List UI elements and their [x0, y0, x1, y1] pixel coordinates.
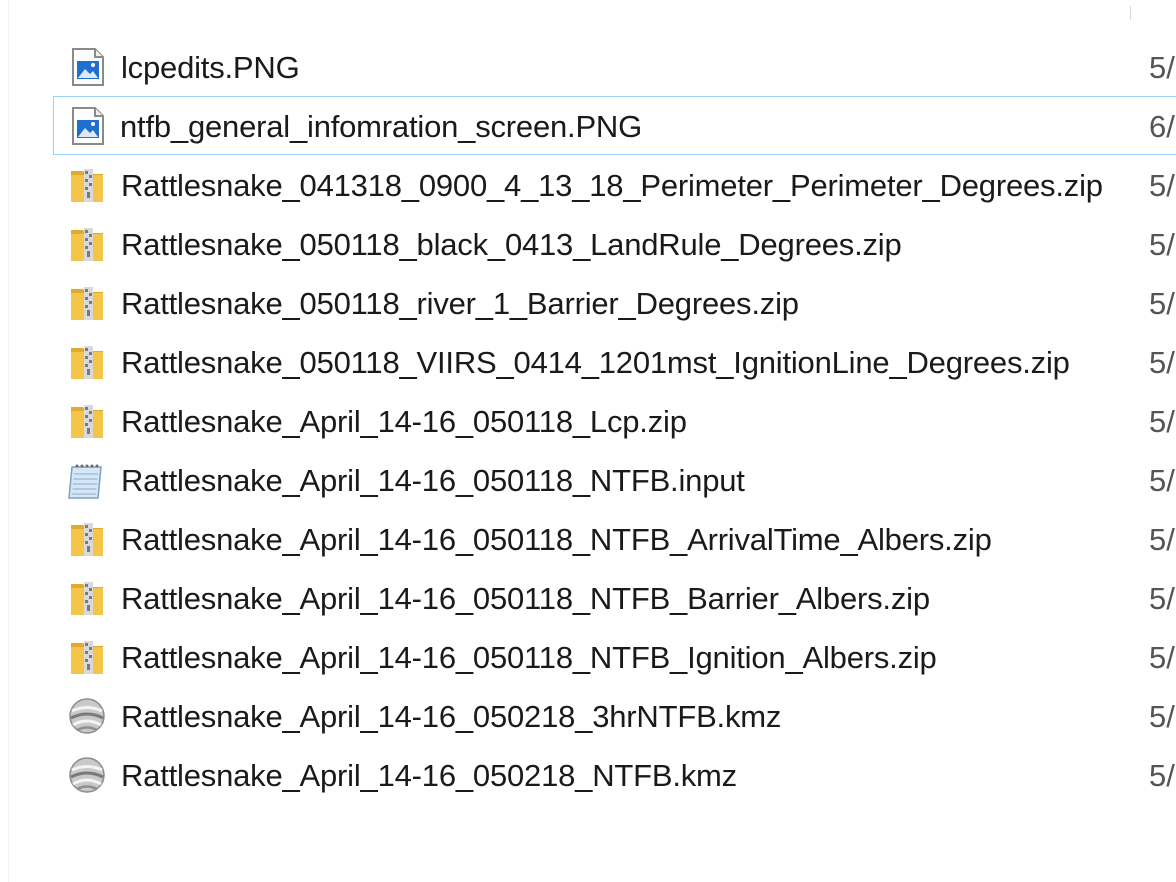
image-file-icon: [65, 47, 109, 87]
file-date-modified: 6/: [1149, 109, 1175, 144]
file-date-modified: 5/: [1149, 404, 1175, 439]
file-name: Rattlesnake_April_14-16_050118_NTFB_Igni…: [121, 640, 937, 675]
file-row[interactable]: Rattlesnake_April_14-16_050218_3hrNTFB.k…: [0, 686, 1176, 745]
file-row[interactable]: Rattlesnake_April_14-16_050118_NTFB_Barr…: [0, 568, 1176, 627]
globe-file-icon: [65, 696, 109, 736]
file-date-modified: 5/: [1149, 463, 1175, 498]
file-date-modified: 5/: [1149, 50, 1175, 85]
file-date-modified: 5/: [1149, 168, 1175, 203]
file-row[interactable]: Rattlesnake_041318_0900_4_13_18_Perimete…: [0, 155, 1176, 214]
file-name: Rattlesnake_April_14-16_050218_3hrNTFB.k…: [121, 699, 782, 734]
image-file-icon: [65, 106, 109, 146]
file-name: Rattlesnake_April_14-16_050118_Lcp.zip: [121, 404, 687, 439]
file-date-modified: 5/: [1149, 640, 1175, 675]
file-row[interactable]: Rattlesnake_April_14-16_050118_NTFB_Igni…: [0, 627, 1176, 686]
file-name: Rattlesnake_041318_0900_4_13_18_Perimete…: [121, 168, 1103, 203]
file-row[interactable]: Rattlesnake_April_14-16_050118_NTFB.inpu…: [0, 450, 1176, 509]
zip-folder-icon: [65, 165, 109, 205]
zip-folder-icon: [65, 283, 109, 323]
file-name: Rattlesnake_050118_VIIRS_0414_1201mst_Ig…: [121, 345, 1070, 380]
file-name: lcpedits.PNG: [121, 50, 300, 85]
file-date-modified: 5/: [1149, 286, 1175, 321]
zip-folder-icon: [65, 401, 109, 441]
file-row[interactable]: Rattlesnake_April_14-16_050118_NTFB_Arri…: [0, 509, 1176, 568]
zip-folder-icon: [65, 637, 109, 677]
file-row[interactable]: Rattlesnake_050118_black_0413_LandRule_D…: [0, 214, 1176, 273]
file-name: Rattlesnake_050118_black_0413_LandRule_D…: [121, 227, 902, 262]
file-date-modified: 5/: [1149, 699, 1175, 734]
file-row[interactable]: lcpedits.PNG 5/: [0, 37, 1176, 96]
globe-file-icon: [65, 755, 109, 795]
file-name: Rattlesnake_April_14-16_050118_NTFB_Barr…: [121, 581, 930, 616]
zip-folder-icon: [65, 578, 109, 618]
zip-folder-icon: [65, 342, 109, 382]
file-row[interactable]: ntfb_general_infomration_screen.PNG 6/: [53, 96, 1176, 155]
column-divider[interactable]: [1130, 6, 1131, 20]
file-row[interactable]: Rattlesnake_April_14-16_050218_NTFB.kmz …: [0, 745, 1176, 804]
file-date-modified: 5/: [1149, 758, 1175, 793]
file-name: Rattlesnake_April_14-16_050118_NTFB.inpu…: [121, 463, 745, 498]
file-name: Rattlesnake_050118_river_1_Barrier_Degre…: [121, 286, 799, 321]
file-row[interactable]: Rattlesnake_April_14-16_050118_Lcp.zip 5…: [0, 391, 1176, 450]
file-date-modified: 5/: [1149, 522, 1175, 557]
file-date-modified: 5/: [1149, 227, 1175, 262]
file-date-modified: 5/: [1149, 345, 1175, 380]
zip-folder-icon: [65, 519, 109, 559]
file-list: lcpedits.PNG 5/ ntfb_general_infomration…: [0, 37, 1176, 804]
file-name: Rattlesnake_April_14-16_050218_NTFB.kmz: [121, 758, 737, 793]
file-date-modified: 5/: [1149, 581, 1175, 616]
zip-folder-icon: [65, 224, 109, 264]
file-row[interactable]: Rattlesnake_050118_VIIRS_0414_1201mst_Ig…: [0, 332, 1176, 391]
file-row[interactable]: Rattlesnake_050118_river_1_Barrier_Degre…: [0, 273, 1176, 332]
file-name: Rattlesnake_April_14-16_050118_NTFB_Arri…: [121, 522, 992, 557]
file-name: ntfb_general_infomration_screen.PNG: [120, 109, 643, 144]
notepad-file-icon: [65, 460, 109, 500]
